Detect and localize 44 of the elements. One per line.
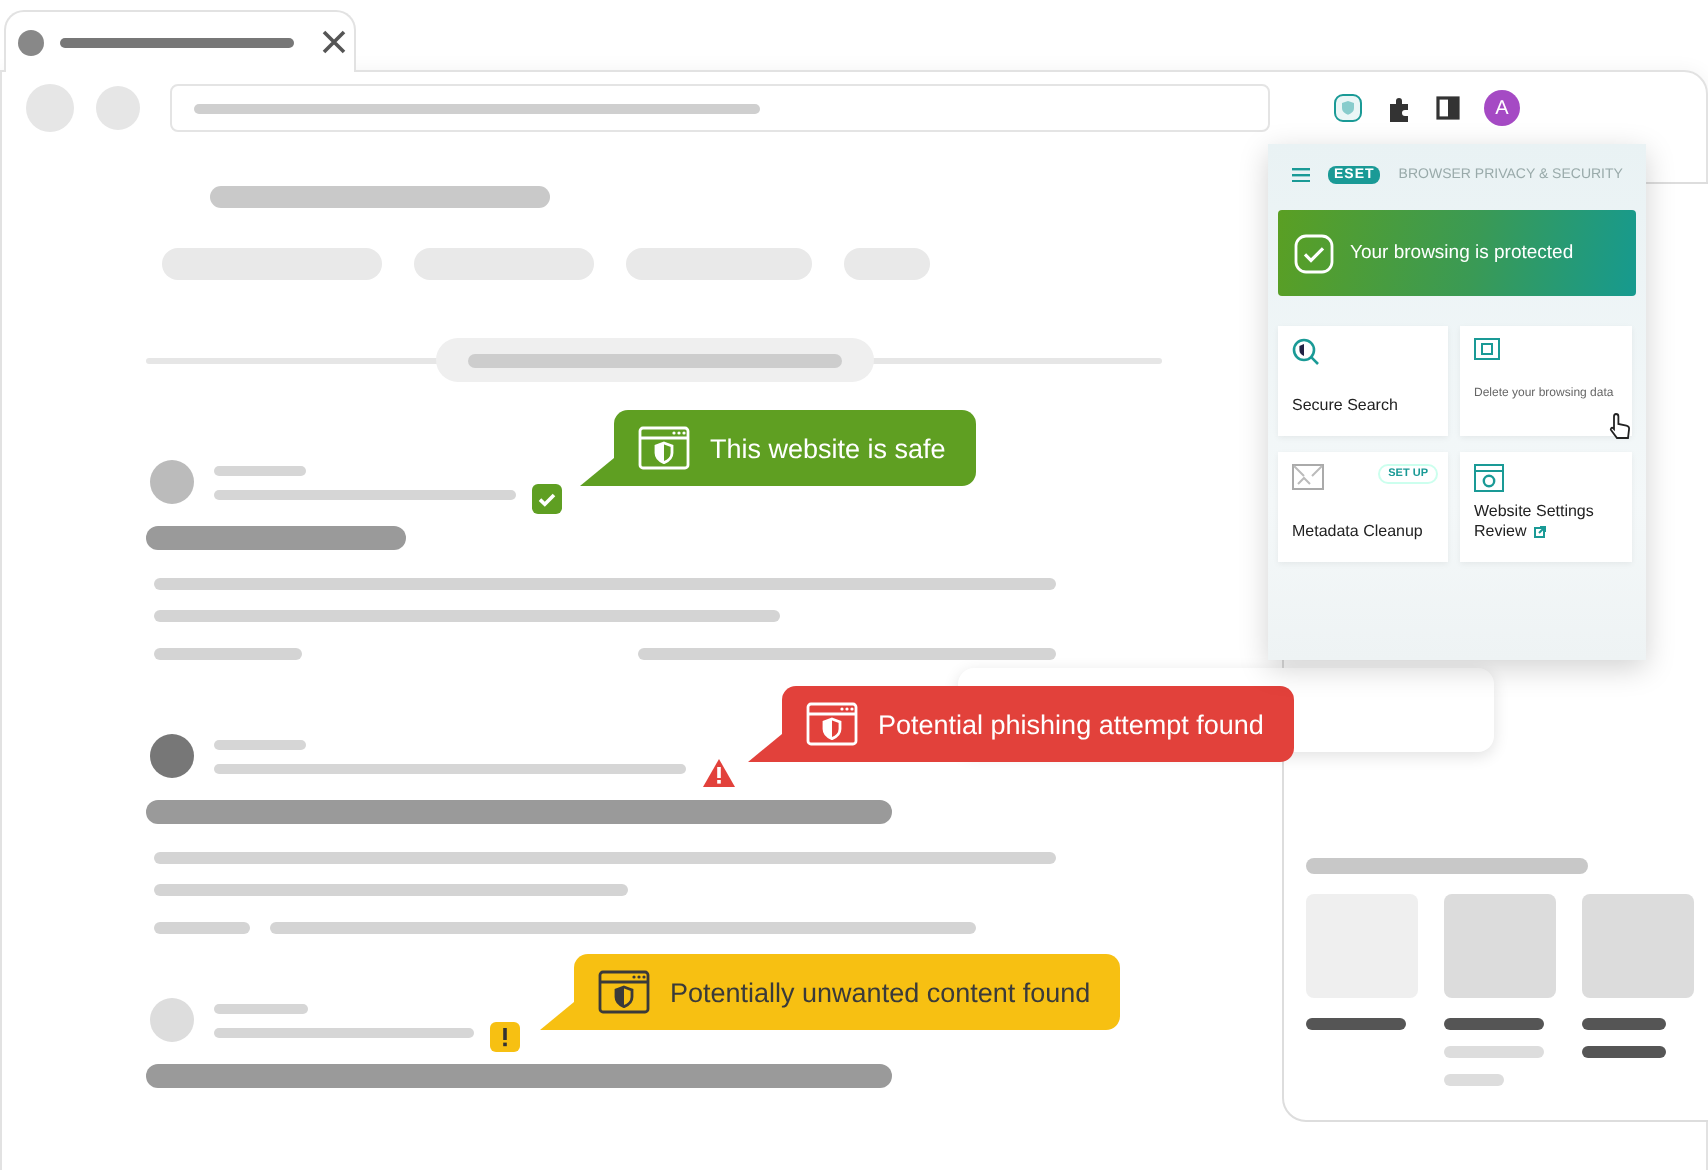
puzzle-icon[interactable] xyxy=(1386,95,1412,121)
placeholder-bar xyxy=(214,465,306,475)
search-shield-icon xyxy=(1292,338,1320,366)
feature-tile[interactable]: Secure Search xyxy=(1278,326,1448,436)
alert-message: Potentially unwanted content found xyxy=(670,977,1091,1007)
close-icon[interactable] xyxy=(322,30,346,54)
image-placeholder xyxy=(1582,894,1694,998)
placeholder-bar xyxy=(1444,1018,1544,1030)
gear-window-icon xyxy=(1474,464,1504,492)
placeholder-bar xyxy=(214,1003,308,1013)
browser-window-icon xyxy=(1474,338,1500,360)
image-placeholder xyxy=(1444,894,1556,998)
avatar-placeholder xyxy=(150,460,194,504)
status-text: Your browsing is protected xyxy=(1350,242,1574,264)
alert-message: Potential phishing attempt found xyxy=(878,709,1264,739)
placeholder-bar xyxy=(1444,1046,1544,1058)
favicon-placeholder xyxy=(18,29,44,55)
shield-window-icon xyxy=(806,702,858,746)
avatar-placeholder xyxy=(150,998,194,1042)
shield-window-icon xyxy=(638,426,690,470)
placeholder-bar xyxy=(1444,1074,1504,1086)
placeholder-bar xyxy=(1582,1046,1666,1058)
placeholder-bar xyxy=(1306,1018,1406,1030)
back-button-placeholder xyxy=(26,84,74,132)
alert-badge-icon xyxy=(490,1021,520,1051)
image-code-icon xyxy=(1292,464,1324,490)
browser-tab[interactable] xyxy=(4,10,356,72)
feature-tile[interactable]: Website Settings Review xyxy=(1460,452,1632,562)
warning-icon xyxy=(702,757,736,787)
placeholder-bar xyxy=(154,922,250,934)
hand-cursor-icon xyxy=(1608,412,1632,440)
alert-message: This website is safe xyxy=(710,433,946,463)
profile-avatar[interactable]: A xyxy=(1484,90,1520,126)
check-icon xyxy=(1294,233,1334,273)
placeholder-bar xyxy=(214,739,306,749)
sidebar-icon[interactable] xyxy=(1436,96,1460,120)
check-badge-icon xyxy=(532,483,562,513)
avatar-placeholder xyxy=(150,734,194,778)
external-link-icon xyxy=(1534,525,1547,538)
forward-button-placeholder xyxy=(96,86,140,130)
shield-window-icon xyxy=(598,970,650,1014)
menu-icon[interactable] xyxy=(1292,167,1310,181)
shield-extension-icon[interactable] xyxy=(1334,94,1362,122)
placeholder-bar xyxy=(1582,1018,1666,1030)
